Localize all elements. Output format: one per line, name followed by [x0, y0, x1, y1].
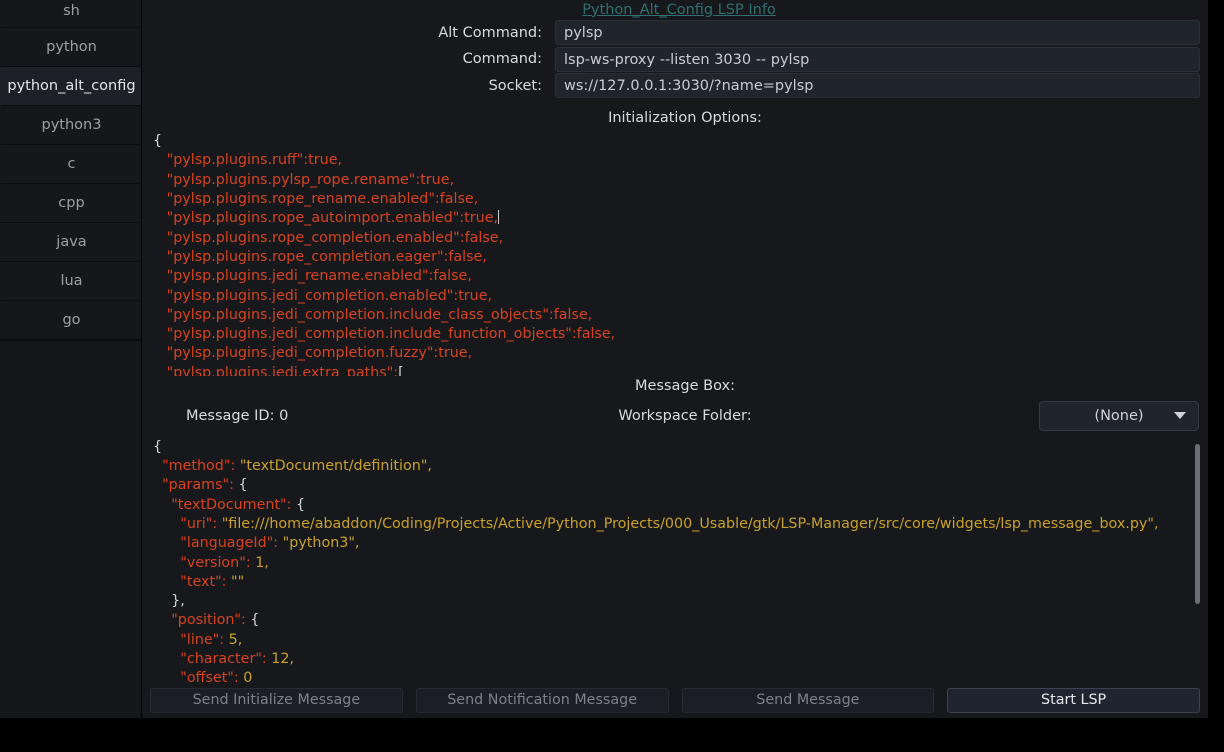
sidebar-item-label: lua — [60, 273, 83, 289]
lsp-info-link[interactable]: Python_Alt_Config LSP Info — [582, 2, 776, 18]
language-sidebar: sh python python_alt_config python3 c cp… — [0, 0, 142, 718]
alt-command-label: Alt Command: — [438, 24, 542, 41]
sidebar-item-go[interactable]: go — [0, 301, 141, 340]
sidebar-item-label: java — [56, 234, 87, 250]
message-json-scrollbar[interactable] — [1193, 440, 1202, 682]
sidebar-item-python[interactable]: python — [0, 28, 141, 67]
start-lsp-button[interactable]: Start LSP — [947, 687, 1200, 713]
sidebar-item-label: sh — [63, 3, 80, 19]
send-notification-message-button[interactable]: Send Notification Message — [415, 687, 669, 713]
sidebar-item-python-alt-config[interactable]: python_alt_config — [0, 67, 141, 106]
alt-command-input[interactable]: pylsp — [555, 20, 1200, 46]
sidebar-item-java[interactable]: java — [0, 223, 141, 262]
sidebar-item-label: python3 — [41, 117, 102, 133]
lsp-manager-window: sh python python_alt_config python3 c cp… — [0, 0, 1208, 718]
sidebar-item-label: c — [67, 156, 76, 172]
workspace-folder-value: (None) — [1094, 407, 1144, 424]
alt-command-row: Alt Command: pylsp — [142, 20, 1208, 47]
sidebar-empty-area — [0, 340, 141, 718]
command-input[interactable]: lsp-ws-proxy --listen 3030 -- pylsp — [555, 46, 1200, 72]
sidebar-item-label: go — [62, 312, 81, 328]
send-initialize-message-button[interactable]: Send Initialize Message — [150, 687, 403, 713]
workspace-folder-dropdown[interactable]: (None) — [1039, 400, 1199, 431]
message-box-label: Message Box: — [635, 377, 735, 394]
text-cursor — [498, 210, 500, 225]
message-json-scrollbar-thumb[interactable] — [1195, 443, 1200, 604]
sidebar-item-cpp[interactable]: cpp — [0, 184, 141, 223]
info-link-row: Python_Alt_Config LSP Info — [142, 0, 1208, 20]
sidebar-item-python3[interactable]: python3 — [0, 106, 141, 145]
initialization-options-label: Initialization Options: — [608, 110, 762, 127]
socket-input[interactable]: ws://127.0.0.1:3030/?name=pylsp — [555, 73, 1200, 99]
sidebar-item-label: python_alt_config — [7, 78, 136, 94]
socket-label: Socket: — [488, 77, 542, 94]
message-box-header: Message Box: Message ID: 0 Workspace Fol… — [142, 376, 1208, 436]
message-json-editor[interactable]: { "method": "textDocument/definition", "… — [142, 435, 1208, 685]
message-json-container: { "method": "textDocument/definition", "… — [142, 435, 1208, 685]
sidebar-item-sh[interactable]: sh — [0, 0, 141, 28]
sidebar-item-label: python — [46, 39, 97, 55]
send-message-button[interactable]: Send Message — [681, 687, 935, 713]
sidebar-item-lua[interactable]: lua — [0, 262, 141, 301]
lsp-config-panel: Python_Alt_Config LSP Info Alt Command: … — [142, 0, 1208, 718]
action-button-bar: Send Initialize Message Send Notificatio… — [142, 684, 1208, 718]
sidebar-item-c[interactable]: c — [0, 145, 141, 184]
command-row: Command: lsp-ws-proxy --listen 3030 -- p… — [142, 46, 1208, 73]
initialization-options-editor[interactable]: { "pylsp.plugins.ruff":true, "pylsp.plug… — [142, 130, 1208, 376]
message-meta-row: Message ID: 0 Workspace Folder: (None) — [142, 396, 1208, 436]
command-label: Command: — [462, 51, 542, 68]
chevron-down-icon — [1174, 412, 1186, 420]
socket-row: Socket: ws://127.0.0.1:3030/?name=pylsp — [142, 73, 1208, 100]
sidebar-item-label: cpp — [58, 195, 85, 211]
